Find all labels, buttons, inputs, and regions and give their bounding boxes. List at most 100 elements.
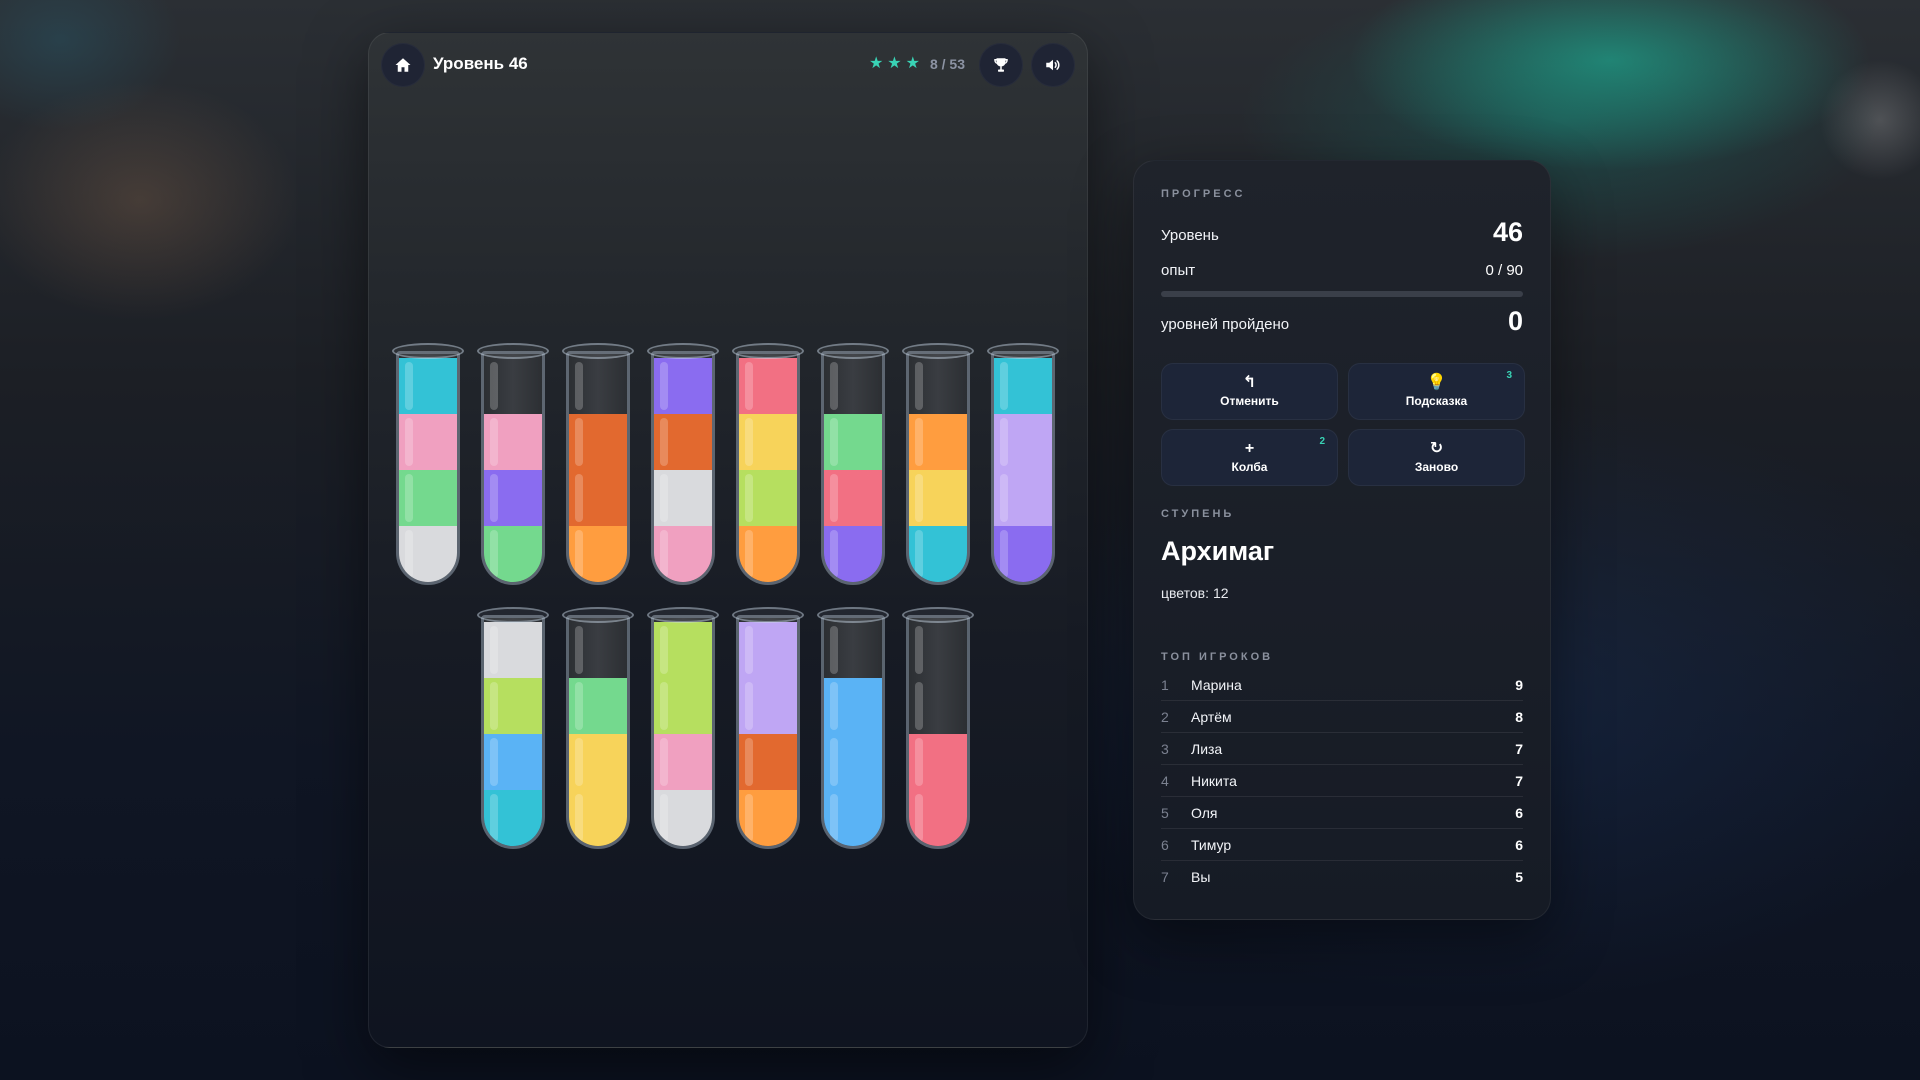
rank-title: СТУПЕНЬ	[1161, 508, 1235, 520]
tube[interactable]	[477, 343, 549, 585]
liquid-segment-lime	[484, 678, 542, 734]
tube-rim	[902, 607, 974, 623]
side-panel: ПРОГРЕСС Уровень 46 опыт 0 / 90 уровней …	[1133, 160, 1551, 920]
tube[interactable]	[732, 343, 804, 585]
undo-label: Отменить	[1220, 394, 1279, 408]
level-value: 46	[1492, 217, 1523, 247]
liquid-segment-orange	[909, 414, 967, 470]
empty-segment	[909, 358, 967, 414]
liquid-segment-cyan	[909, 526, 967, 582]
leader-name: Артём	[1191, 708, 1232, 725]
empty-segment	[824, 622, 882, 678]
empty-segment	[569, 622, 627, 678]
liquid-segment-orange-dark	[739, 734, 797, 790]
tube[interactable]	[902, 607, 974, 849]
leader-position: 4	[1161, 772, 1169, 789]
liquid-segment-lime	[654, 678, 712, 734]
liquid-segment-lime	[739, 470, 797, 526]
leader-position: 6	[1161, 836, 1169, 853]
liquid-segment-white	[399, 526, 457, 582]
tube-rim	[817, 343, 889, 359]
completed-value: 0	[1507, 306, 1523, 336]
tube[interactable]	[477, 607, 549, 849]
empty-segment	[484, 358, 542, 414]
liquid-segment-orange	[739, 526, 797, 582]
tube[interactable]	[562, 343, 634, 585]
leader-position: 2	[1161, 708, 1169, 725]
liquid-segment-orange-dark	[569, 414, 627, 470]
restart-button[interactable]: ↻ Заново	[1348, 429, 1525, 486]
rank-name: Архимаг	[1161, 536, 1275, 566]
empty-segment	[909, 678, 967, 734]
add-flask-button[interactable]: + Колба 2	[1161, 429, 1338, 486]
liquid-segment-purple	[484, 470, 542, 526]
tube-rim	[987, 343, 1059, 359]
liquid-segment-white	[654, 790, 712, 846]
leaderboard-row: 4 Никита 7	[1161, 765, 1523, 797]
liquid-segment-purple	[994, 526, 1052, 582]
tube-rim	[392, 343, 464, 359]
progress-title: ПРОГРЕСС	[1161, 188, 1246, 200]
leaderboard-row: 6 Тимур 6	[1161, 829, 1523, 861]
hint-button[interactable]: 💡 Подсказка 3	[1348, 363, 1525, 420]
tube-body	[991, 351, 1055, 585]
liquid-segment-blue	[824, 790, 882, 846]
leader-score: 6	[1515, 836, 1523, 853]
liquid-segment-lime	[654, 622, 712, 678]
leader-position: 3	[1161, 740, 1169, 757]
tube[interactable]	[562, 607, 634, 849]
colors-label: цветов:	[1161, 585, 1209, 601]
completed-label: уровней пройдено	[1161, 316, 1290, 333]
leader-score: 7	[1515, 772, 1523, 789]
empty-segment	[909, 622, 967, 678]
liquid-segment-yellow	[569, 790, 627, 846]
leader-name: Оля	[1191, 804, 1218, 821]
tube[interactable]	[647, 607, 719, 849]
tube[interactable]	[902, 343, 974, 585]
liquid-segment-lavender	[994, 414, 1052, 470]
liquid-segment-green	[484, 526, 542, 582]
leader-name: Тимур	[1191, 836, 1232, 853]
liquid-segment-cyan	[399, 358, 457, 414]
tube-rim	[562, 607, 634, 623]
liquid-segment-pink	[654, 734, 712, 790]
liquid-segment-green	[569, 678, 627, 734]
leader-score: 9	[1515, 676, 1523, 693]
tube-rim	[817, 607, 889, 623]
leaderboard-row: 1 Марина 9	[1161, 669, 1523, 701]
add-flask-label: Колба	[1231, 460, 1268, 474]
tube[interactable]	[817, 343, 889, 585]
tube-body	[821, 351, 885, 585]
tube-rim	[562, 343, 634, 359]
tube[interactable]	[732, 607, 804, 849]
liquid-segment-orange-dark	[569, 470, 627, 526]
leader-score: 5	[1515, 869, 1523, 885]
undo-button[interactable]: ↰ Отменить	[1161, 363, 1338, 420]
tube-body	[396, 351, 460, 585]
tube-body	[651, 351, 715, 585]
liquid-segment-purple	[654, 358, 712, 414]
leader-score: 8	[1515, 708, 1523, 725]
tube[interactable]	[647, 343, 719, 585]
tube-rim	[732, 607, 804, 623]
tube[interactable]	[817, 607, 889, 849]
tube-body	[906, 615, 970, 849]
leader-score: 7	[1515, 740, 1523, 757]
leaderboard-title: ТОП ИГРОКОВ	[1161, 651, 1274, 663]
tubes-area	[369, 33, 1089, 1049]
restart-icon: ↻	[1429, 440, 1444, 457]
leader-name: Вы	[1191, 869, 1211, 885]
tube-rim	[647, 343, 719, 359]
tube[interactable]	[987, 343, 1059, 585]
plus-icon: +	[1244, 440, 1255, 457]
tube-rim	[477, 343, 549, 359]
hint-count-badge: 3	[1506, 370, 1512, 381]
tube-rim	[647, 607, 719, 623]
liquid-segment-red	[739, 358, 797, 414]
liquid-segment-lavender	[739, 678, 797, 734]
liquid-segment-blue	[824, 734, 882, 790]
tube[interactable]	[392, 343, 464, 585]
liquid-segment-pink	[484, 414, 542, 470]
leaderboard-row: 2 Артём 8	[1161, 701, 1523, 733]
liquid-segment-orange	[739, 790, 797, 846]
